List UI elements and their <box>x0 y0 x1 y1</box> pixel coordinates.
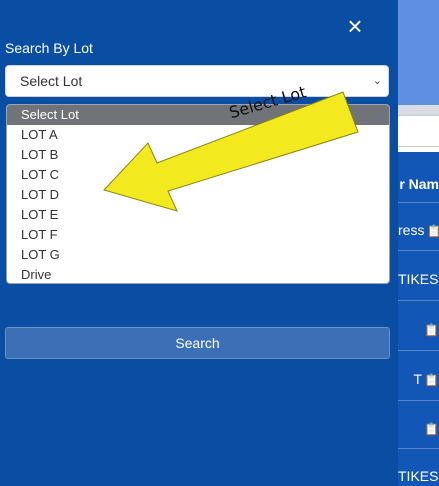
table-divider <box>398 300 439 301</box>
option-select-lot[interactable]: Select Lot <box>7 105 389 125</box>
table-header-name: r Nam <box>399 176 439 192</box>
clipboard-icon: 📋 <box>424 422 439 436</box>
option-lot-b[interactable]: LOT B <box>7 145 389 165</box>
option-lot-d[interactable]: LOT D <box>7 185 389 205</box>
background-separator <box>398 105 439 115</box>
table-row: T 📋 <box>413 371 439 387</box>
option-lot-f[interactable]: LOT F <box>7 225 389 245</box>
search-button[interactable]: Search <box>5 327 390 359</box>
search-side-panel: × Search By Lot Select Lot ⌄ Select Lot … <box>0 0 398 486</box>
table-row: 📋 <box>398 321 439 337</box>
table-divider <box>398 202 439 203</box>
table-row: TIKES📋 <box>398 271 439 287</box>
table-row: 📋 <box>398 420 439 436</box>
clipboard-icon: 📋 <box>424 373 439 387</box>
table-divider <box>398 350 439 351</box>
table-divider <box>398 250 439 251</box>
background-page: r Nam ress📋 TIKES📋 📋 T📋 📋 TIKES📋 <box>398 0 439 486</box>
table-row: ress 📋 <box>398 222 439 238</box>
table-divider <box>398 448 439 449</box>
background-header-bar <box>398 0 439 105</box>
option-drive[interactable]: Drive <box>7 265 389 283</box>
lot-select-value: Select Lot <box>20 73 83 89</box>
option-lot-a[interactable]: LOT A <box>7 125 389 145</box>
chevron-down-icon: ⌄ <box>372 75 382 87</box>
clipboard-icon: 📋 <box>426 224 439 238</box>
lot-dropdown-list[interactable]: Select Lot LOT A LOT B LOT C LOT D LOT E… <box>6 104 390 284</box>
table-divider <box>398 400 439 401</box>
close-icon[interactable]: × <box>343 13 367 39</box>
search-by-lot-label: Search By Lot <box>5 40 93 56</box>
lot-select[interactable]: Select Lot ⌄ <box>5 65 389 97</box>
option-lot-e[interactable]: LOT E <box>7 205 389 225</box>
background-input[interactable] <box>398 115 439 147</box>
option-lot-g[interactable]: LOT G <box>7 245 389 265</box>
table-row: TIKES📋 <box>398 468 439 484</box>
option-lot-c[interactable]: LOT C <box>7 165 389 185</box>
clipboard-icon: 📋 <box>424 323 439 337</box>
